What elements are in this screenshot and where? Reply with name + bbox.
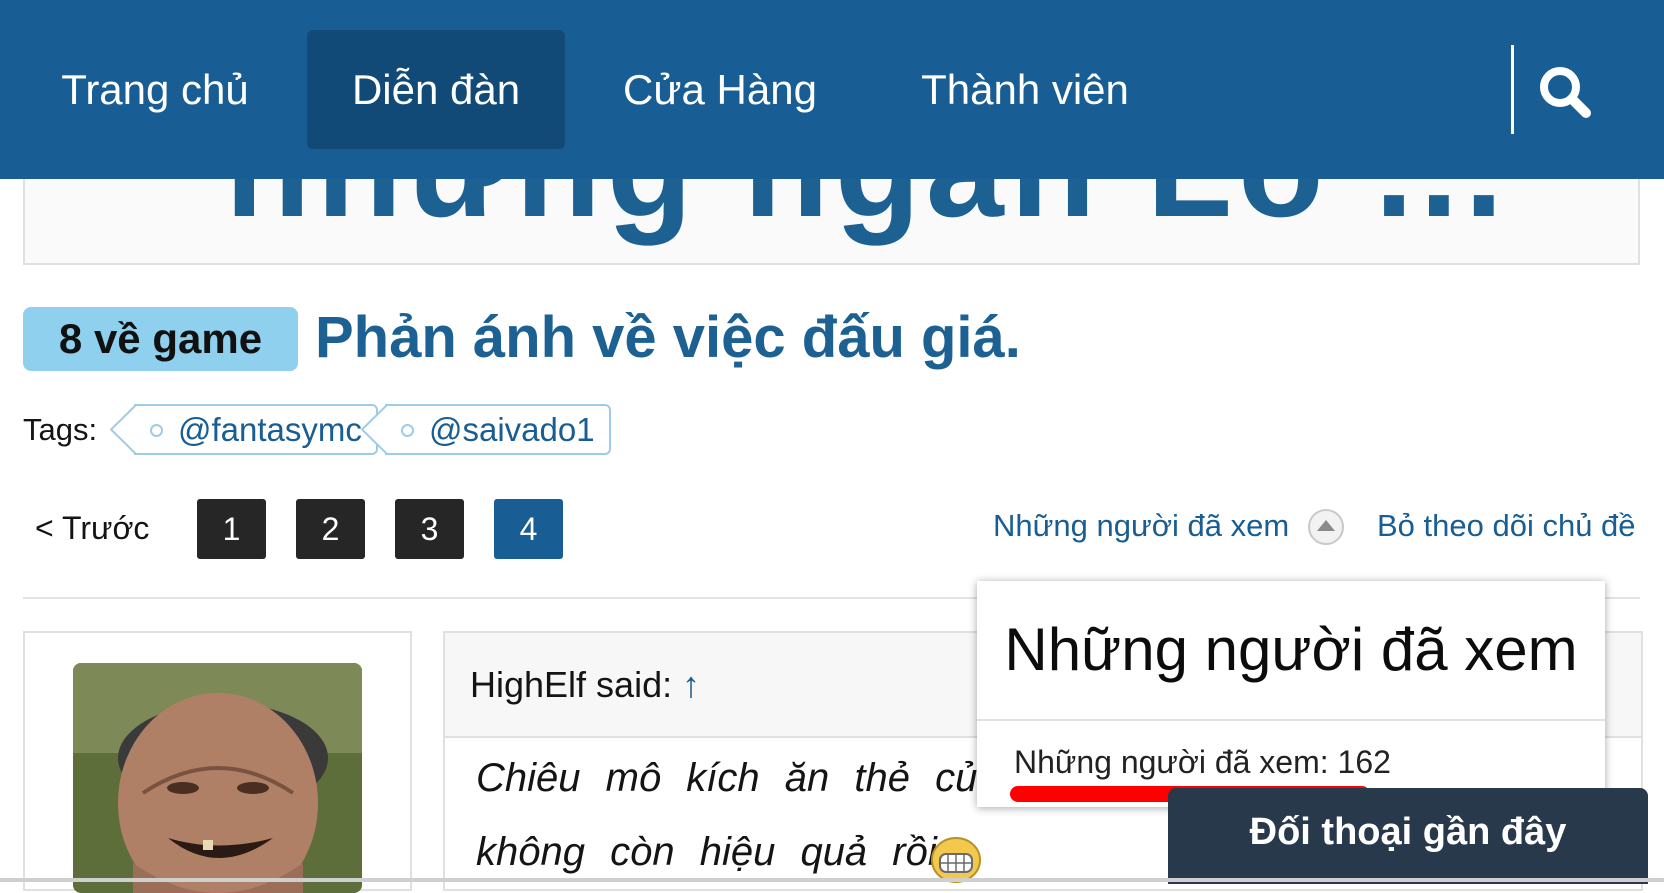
nav-forums[interactable]: Diễn đàn <box>307 30 565 149</box>
page-4-button[interactable]: 4 <box>494 499 563 559</box>
nav-members[interactable]: Thành viên <box>895 30 1155 149</box>
tag-hole-icon <box>401 424 414 437</box>
popup-title: Những người đã xem <box>977 581 1605 721</box>
banner-text: nhưng ngân Lo ... <box>225 179 1509 249</box>
tags-label: Tags: <box>23 412 98 447</box>
unwatch-thread-link[interactable]: Bỏ theo dõi chủ đề <box>1377 508 1636 544</box>
tag-label: @fantasymc <box>178 411 362 448</box>
top-navigation: Trang chủ Diễn đàn Cửa Hàng Thành viên <box>0 0 1664 179</box>
quote-author: HighElf said: ↑ <box>470 664 700 706</box>
viewers-count: Những người đã xem: 162 <box>1014 744 1391 780</box>
viewers-popup: Những người đã xem Những người đã xem: 1… <box>977 581 1605 807</box>
forum-banner: nhưng ngân Lo ... <box>23 179 1640 265</box>
window-bottom-edge <box>0 878 1664 882</box>
grin-emoji-icon <box>930 836 982 884</box>
quote-jump-arrow-icon[interactable]: ↑ <box>682 664 700 705</box>
nav-store[interactable]: Cửa Hàng <box>600 30 840 149</box>
tag-saivado1[interactable]: @saivado1 <box>361 404 611 455</box>
thread-title: Phản ánh về việc đấu giá. <box>315 305 1021 370</box>
nav-home[interactable]: Trang chủ <box>30 30 280 149</box>
avatar[interactable] <box>73 663 362 893</box>
tag-hole-icon <box>150 424 163 437</box>
tag-fantasymc[interactable]: @fantasymc <box>110 404 378 455</box>
page-3-button[interactable]: 3 <box>395 499 464 559</box>
recent-conversations-bar[interactable]: Đối thoại gần đây <box>1168 788 1648 884</box>
tag-notch-icon <box>110 404 136 455</box>
quote-text-line-2: không còn hiệu quả rồi <box>476 830 937 874</box>
thread-viewers-link[interactable]: Những người đã xem <box>993 508 1289 544</box>
page-1-button[interactable]: 1 <box>197 499 266 559</box>
thread-prefix-badge[interactable]: 8 về game <box>23 307 298 371</box>
pagination-prev[interactable]: < Trước <box>35 510 149 547</box>
tag-label: @saivado1 <box>429 411 595 448</box>
page-2-button[interactable]: 2 <box>296 499 365 559</box>
nav-divider <box>1511 45 1514 134</box>
quote-author-name: HighElf said: <box>470 664 673 705</box>
tag-notch-icon <box>361 404 387 455</box>
search-icon[interactable] <box>1530 60 1600 120</box>
caret-up-icon[interactable] <box>1306 507 1346 547</box>
